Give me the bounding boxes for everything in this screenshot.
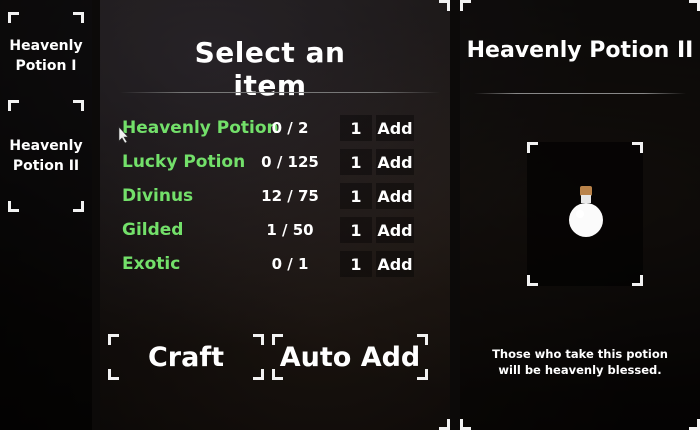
add-button[interactable]: Add: [376, 251, 414, 277]
sidebar-item-heavenly-potion-1[interactable]: Heavenly Potion I: [8, 12, 84, 100]
requirement-row: Gilded 1 / 50 1 Add: [120, 216, 420, 246]
button-bracket: [108, 334, 264, 380]
item-description: Those who take this potion will be heave…: [492, 347, 668, 377]
quantity-input[interactable]: 1: [340, 251, 372, 277]
quantity-input[interactable]: 1: [340, 183, 372, 209]
add-button[interactable]: Add: [376, 149, 414, 175]
add-button[interactable]: Add: [376, 183, 414, 209]
quantity-input[interactable]: 1: [340, 115, 372, 141]
requirement-count: 0 / 2: [271, 119, 309, 137]
potion-bottle-icon: [569, 186, 603, 237]
panel-corner-brackets: [436, 0, 450, 430]
requirement-count: 1 / 50: [266, 221, 314, 239]
auto-add-button[interactable]: Auto Add: [272, 334, 428, 380]
requirement-name: Lucky Potion: [122, 152, 246, 172]
requirement-row: Heavenly Potion 0 / 2 1 Add: [120, 114, 420, 144]
panel-divider: [450, 0, 460, 430]
requirement-row: Exotic 0 / 1 1 Add: [120, 250, 420, 280]
quantity-input[interactable]: 1: [340, 149, 372, 175]
requirement-name: Divinus: [122, 186, 194, 206]
requirement-name: Exotic: [122, 254, 181, 274]
panel-divider: [92, 0, 100, 430]
title-divider: [474, 93, 686, 94]
requirement-row: Divinus 12 / 75 1 Add: [120, 182, 420, 212]
add-button[interactable]: Add: [376, 115, 414, 141]
requirement-count: 0 / 1: [271, 255, 309, 273]
craft-button[interactable]: Craft: [108, 334, 264, 380]
requirement-row: Lucky Potion 0 / 125 1 Add: [120, 148, 420, 178]
mouse-cursor-icon: [118, 126, 129, 144]
add-button[interactable]: Add: [376, 217, 414, 243]
button-bracket: [272, 334, 428, 380]
title-divider: [120, 92, 440, 93]
requirement-count: 0 / 125: [261, 153, 319, 171]
sidebar-item-heavenly-potion-2[interactable]: Heavenly Potion II: [8, 100, 84, 212]
requirement-count: 12 / 75: [261, 187, 319, 205]
selection-bracket: [8, 100, 84, 212]
selection-bracket: [8, 12, 84, 100]
item-detail-title: Heavenly Potion II: [466, 38, 694, 63]
requirement-name: Gilded: [122, 220, 184, 240]
quantity-input[interactable]: 1: [340, 217, 372, 243]
